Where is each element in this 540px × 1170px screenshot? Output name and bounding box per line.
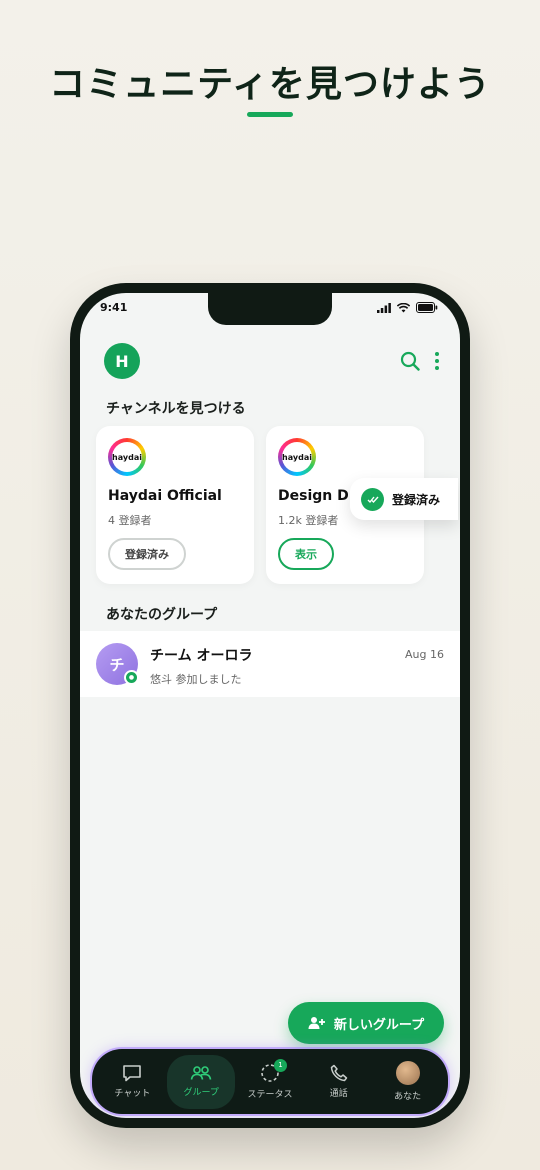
app-screen: 9:41 H チャンネルを見つける haydai Haydai Official…: [80, 293, 460, 1118]
phone-icon: [330, 1064, 348, 1082]
status-time: 9:41: [100, 301, 128, 314]
channel-card[interactable]: haydai Haydai Official 4 登録者 登録済み: [96, 426, 254, 584]
toast-text: 登録済み: [392, 492, 441, 507]
view-button[interactable]: 表示: [278, 538, 334, 570]
nav-status[interactable]: 1 ステータス: [236, 1055, 304, 1109]
nav-you[interactable]: あなた: [374, 1055, 442, 1109]
double-check-icon: [361, 487, 384, 511]
nav-groups[interactable]: グループ: [167, 1054, 236, 1109]
bottom-navigation: チャット グループ 1 ステータス 通話 あなた: [92, 1049, 448, 1114]
top-actions: [400, 351, 440, 371]
new-group-button[interactable]: 新しいグループ: [288, 1002, 444, 1044]
status-icons: [377, 302, 438, 313]
list-item[interactable]: チ ● チーム オーロラ 悠斗 参加しました Aug 16: [80, 631, 460, 697]
search-icon[interactable]: [400, 351, 420, 371]
profile-avatar[interactable]: H: [104, 343, 140, 379]
subscribed-toast: 登録済み: [350, 478, 458, 520]
phone-frame: 9:41 H チャンネルを見つける haydai Haydai Official…: [70, 283, 470, 1128]
group-badge-icon: ●: [124, 670, 139, 685]
signal-icon: [377, 302, 391, 313]
more-vertical-icon[interactable]: [434, 351, 440, 371]
battery-icon: [416, 302, 438, 313]
group-last-message: 悠斗 参加しました: [150, 673, 242, 686]
status-badge: 1: [273, 1058, 287, 1072]
wifi-icon: [397, 302, 410, 312]
subscribed-button[interactable]: 登録済み: [108, 538, 186, 570]
group-icon: [190, 1066, 212, 1080]
chat-icon: [123, 1065, 142, 1082]
nav-calls[interactable]: 通話: [305, 1055, 373, 1109]
channel-subscribers: 1.2k 登録者: [278, 514, 339, 527]
group-date: Aug 16: [405, 648, 444, 661]
channel-logo: haydai: [278, 438, 316, 476]
new-group-label: 新しいグループ: [333, 1017, 425, 1033]
promo-headline: コミュニティを見つけよう: [49, 64, 491, 105]
headline-underline: [247, 112, 293, 117]
avatar: [395, 1061, 420, 1085]
channel-logo: haydai: [108, 438, 146, 476]
nav-chat[interactable]: チャット: [98, 1055, 166, 1109]
channel-name: Haydai Official: [108, 488, 222, 504]
channel-subscribers: 4 登録者: [108, 514, 152, 527]
add-user-icon: [308, 1017, 325, 1029]
phone-notch: [208, 293, 332, 325]
groups-section-title: あなたのグループ: [106, 607, 218, 623]
group-name: チーム オーロラ: [150, 648, 253, 664]
channels-section-title: チャンネルを見つける: [106, 401, 246, 417]
channel-name: Design D: [278, 488, 349, 504]
